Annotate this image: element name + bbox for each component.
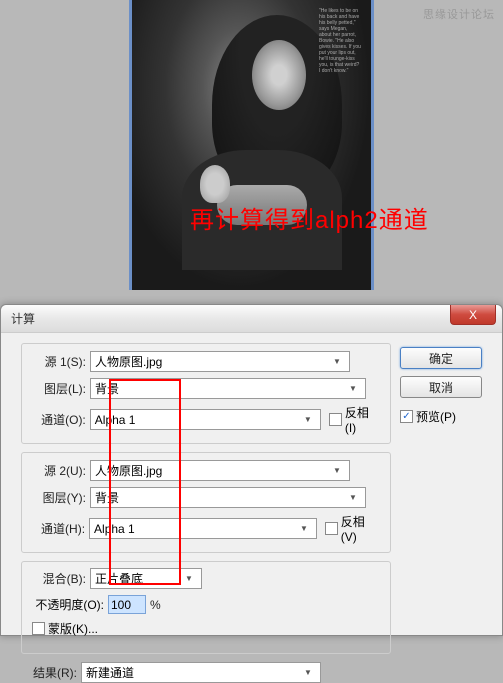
chevron-down-icon: ▼	[345, 381, 361, 396]
source2-layer-dropdown[interactable]: 背景 ▼	[90, 487, 366, 508]
result-dropdown[interactable]: 新建通道 ▼	[81, 662, 321, 683]
chevron-down-icon: ▼	[345, 490, 361, 505]
blend-group: 混合(B): 正片叠底 ▼ 不透明度(O): % 蒙版(K)...	[21, 561, 391, 654]
dialog-titlebar[interactable]: 计算 X	[1, 305, 502, 333]
source2-invert-label: 反相(V)	[341, 513, 380, 544]
blend-dropdown[interactable]: 正片叠底 ▼	[90, 568, 202, 589]
source2-label: 源 2(U):	[32, 462, 90, 479]
preview-checkbox[interactable]	[400, 410, 413, 423]
cancel-button[interactable]: 取消	[400, 376, 482, 398]
source1-group: 源 1(S): 人物原图.jpg ▼ 图层(L): 背景 ▼ 通道(O):	[21, 343, 391, 444]
photo-preview: "He likes to be on his back and have his…	[129, 0, 374, 290]
source1-channel-dropdown[interactable]: Alpha 1 ▼	[90, 409, 321, 430]
opacity-input[interactable]	[108, 595, 146, 614]
source2-dropdown[interactable]: 人物原图.jpg ▼	[90, 460, 350, 481]
source1-invert-label: 反相(I)	[345, 404, 380, 435]
source1-label: 源 1(S):	[32, 353, 90, 370]
source1-layer-label: 图层(L):	[32, 380, 90, 397]
result-label: 结果(R):	[21, 664, 81, 681]
chevron-down-icon: ▼	[300, 665, 316, 680]
dialog-title: 计算	[11, 310, 35, 327]
blend-label: 混合(B):	[32, 570, 90, 587]
source1-layer-dropdown[interactable]: 背景 ▼	[90, 378, 366, 399]
article-text: "He likes to be on his back and have his…	[319, 8, 361, 74]
chevron-down-icon: ▼	[181, 571, 197, 586]
calculations-dialog: 计算 X 源 1(S): 人物原图.jpg ▼ 图层(L): 背景	[0, 304, 503, 636]
source2-invert-checkbox[interactable]	[325, 522, 338, 535]
chevron-down-icon: ▼	[300, 412, 316, 427]
mask-checkbox[interactable]	[32, 622, 45, 635]
ok-button[interactable]: 确定	[400, 347, 482, 369]
annotation-text: 再计算得到alph2通道	[190, 200, 429, 235]
preview-label: 预览(P)	[416, 408, 456, 425]
close-icon: X	[469, 308, 477, 322]
watermark-cn: 思缘设计论坛	[423, 6, 495, 22]
opacity-label: 不透明度(O):	[32, 596, 108, 613]
source2-layer-label: 图层(Y):	[32, 489, 90, 506]
source1-dropdown[interactable]: 人物原图.jpg ▼	[90, 351, 350, 372]
close-button[interactable]: X	[450, 305, 496, 325]
source1-channel-label: 通道(O):	[32, 411, 90, 428]
source2-channel-dropdown[interactable]: Alpha 1 ▼	[89, 518, 317, 539]
source2-group: 源 2(U): 人物原图.jpg ▼ 图层(Y): 背景 ▼ 通道(H):	[21, 452, 391, 553]
source2-channel-label: 通道(H):	[32, 520, 89, 537]
chevron-down-icon: ▼	[329, 354, 345, 369]
chevron-down-icon: ▼	[329, 463, 345, 478]
chevron-down-icon: ▼	[296, 521, 312, 536]
mask-label: 蒙版(K)...	[48, 620, 98, 637]
opacity-percent: %	[150, 598, 161, 612]
source1-invert-checkbox[interactable]	[329, 413, 342, 426]
